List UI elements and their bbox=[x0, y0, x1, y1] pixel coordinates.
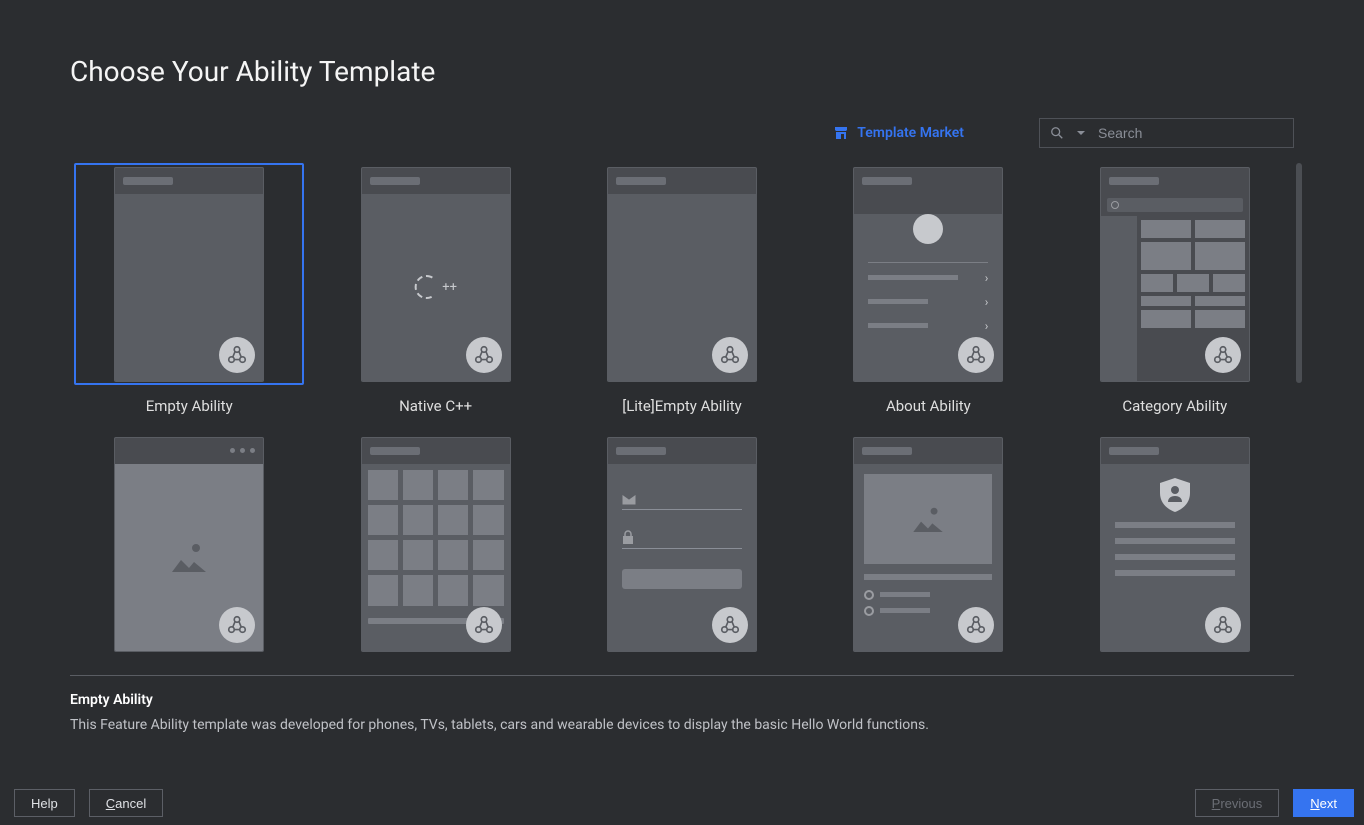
template-category-ability[interactable]: Category Ability bbox=[1056, 163, 1294, 415]
toolbar-row: Template Market bbox=[0, 88, 1364, 148]
search-box[interactable] bbox=[1039, 118, 1294, 148]
template-label: About Ability bbox=[886, 397, 971, 415]
previous-button: Previous bbox=[1195, 789, 1280, 817]
cancel-button[interactable]: Cancel bbox=[89, 789, 163, 817]
harmony-icon bbox=[219, 607, 255, 643]
template-label: Empty Ability bbox=[146, 397, 233, 415]
template-item[interactable] bbox=[563, 433, 801, 655]
lock-icon bbox=[622, 530, 634, 544]
template-lite-empty-ability[interactable]: [Lite]Empty Ability bbox=[563, 163, 801, 415]
scrollbar[interactable] bbox=[1296, 163, 1302, 383]
harmony-icon bbox=[712, 337, 748, 373]
chevron-down-icon[interactable] bbox=[1076, 128, 1086, 138]
image-icon bbox=[913, 506, 943, 532]
footer: Help Cancel Previous Next bbox=[0, 781, 1364, 825]
template-item[interactable] bbox=[1056, 433, 1294, 655]
template-item[interactable] bbox=[316, 433, 554, 655]
selected-template-title: Empty Ability bbox=[70, 692, 1294, 708]
image-icon bbox=[172, 542, 206, 572]
store-icon bbox=[833, 125, 849, 141]
harmony-icon bbox=[958, 607, 994, 643]
template-item[interactable] bbox=[70, 433, 308, 655]
template-item[interactable] bbox=[809, 433, 1047, 655]
next-button[interactable]: Next bbox=[1293, 789, 1354, 817]
template-native-cpp[interactable]: ++ Native C++ bbox=[316, 163, 554, 415]
help-button[interactable]: Help bbox=[14, 789, 75, 817]
harmony-icon bbox=[466, 337, 502, 373]
search-icon bbox=[1050, 126, 1064, 140]
harmony-icon bbox=[1205, 337, 1241, 373]
harmony-icon bbox=[958, 337, 994, 373]
mail-icon bbox=[622, 494, 636, 505]
harmony-icon bbox=[712, 607, 748, 643]
selected-template-description: This Feature Ability template was develo… bbox=[70, 716, 1294, 736]
template-grid: Empty Ability ++ Native C++ [Lite]Empty … bbox=[70, 163, 1294, 655]
template-label: Native C++ bbox=[399, 397, 472, 415]
shield-user-icon bbox=[1160, 478, 1190, 512]
description-block: Empty Ability This Feature Ability templ… bbox=[0, 676, 1364, 736]
template-label: [Lite]Empty Ability bbox=[622, 397, 742, 415]
harmony-icon bbox=[466, 607, 502, 643]
template-label: Category Ability bbox=[1122, 397, 1227, 415]
template-about-ability[interactable]: › › › About Ability bbox=[809, 163, 1047, 415]
harmony-icon bbox=[219, 337, 255, 373]
page-title: Choose Your Ability Template bbox=[0, 0, 1364, 88]
search-input[interactable] bbox=[1098, 125, 1283, 141]
template-market-link[interactable]: Template Market bbox=[833, 125, 964, 141]
template-market-label: Template Market bbox=[857, 125, 964, 141]
template-empty-ability[interactable]: Empty Ability bbox=[70, 163, 308, 415]
harmony-icon bbox=[1205, 607, 1241, 643]
